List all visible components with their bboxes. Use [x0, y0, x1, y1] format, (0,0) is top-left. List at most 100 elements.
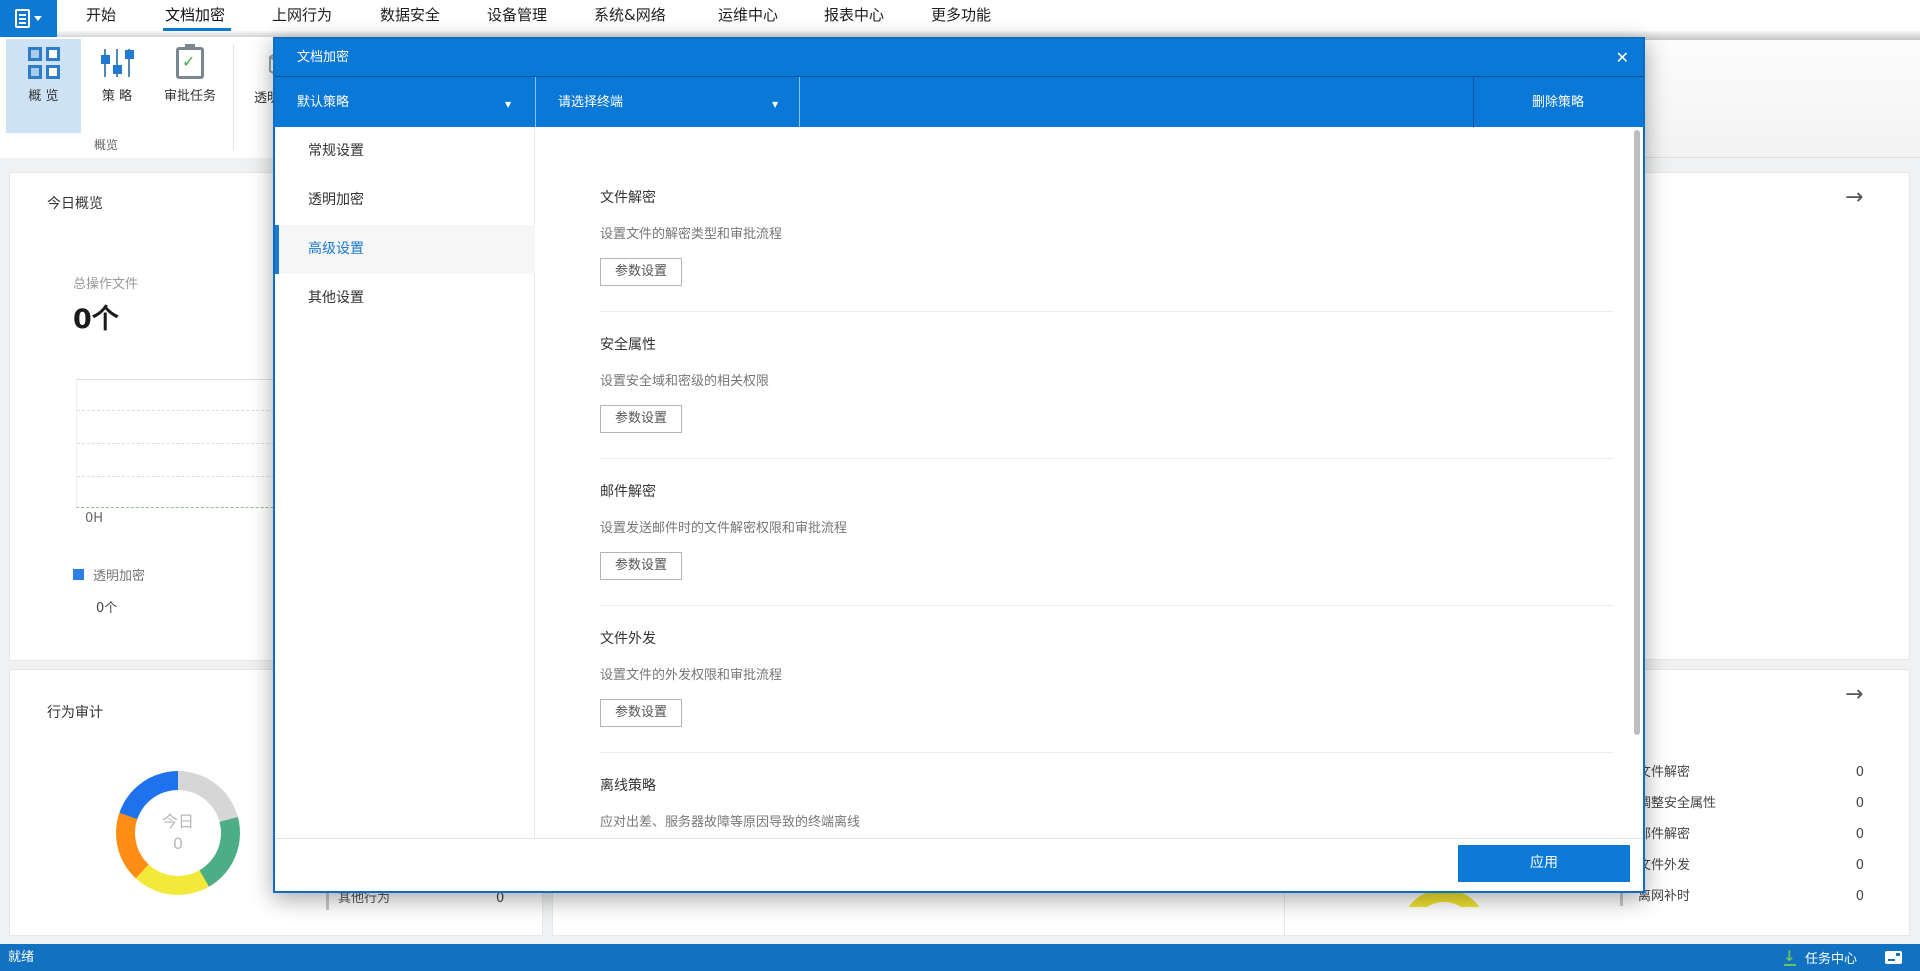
sidebar-item-general[interactable]: 常规设置 — [275, 127, 535, 176]
ribbon-button-overview[interactable]: 概 览 — [6, 39, 81, 133]
list-scrollbar[interactable] — [1620, 892, 1623, 906]
task-center-button[interactable]: ↓ 任务中心 — [1783, 944, 1902, 971]
legend-label: 透明加密 — [93, 565, 145, 584]
active-tab-underline — [163, 28, 231, 31]
legend-value: 0个 — [96, 597, 117, 616]
section-desc: 应对出差、服务器故障等原因导致的终端离线 — [600, 811, 860, 831]
param-settings-button[interactable]: 参数设置 — [600, 552, 682, 580]
menu-item-web-behavior[interactable]: 上网行为 — [272, 0, 332, 31]
section-title: 文件解密 — [600, 187, 656, 207]
section-title: 离线策略 — [600, 775, 656, 795]
dialog-titlebar: 文档加密 ✕ — [275, 39, 1643, 76]
stat-label: 总操作文件 — [73, 273, 138, 292]
stat-row: 离网补时 0 — [1638, 881, 1864, 912]
stat-row: 调整安全属性 0 — [1638, 788, 1864, 819]
row-label: 调整安全属性 — [1638, 796, 1716, 811]
section-desc: 设置文件的解密类型和审批流程 — [600, 223, 782, 243]
menu-item-doc-encryption[interactable]: 文档加密 — [165, 0, 225, 31]
dialog-sidebar: 常规设置 透明加密 高级设置 其他设置 — [275, 127, 535, 838]
toolbar-divider — [799, 77, 800, 128]
caret-down-icon: ▼ — [505, 100, 511, 109]
status-bar: 就绪 ↓ 任务中心 — [0, 944, 1920, 971]
row-label: 文件解密 — [1638, 765, 1690, 780]
ribbon-button-label: 策 略 — [102, 85, 132, 104]
list-scrollbar[interactable] — [326, 892, 329, 910]
sidebar-item-other[interactable]: 其他设置 — [275, 274, 535, 323]
dialog-toolbar: 默认策略 ▼ 请选择终端 ▼ 删除策略 — [275, 76, 1643, 127]
x-axis-tick: 0H — [85, 511, 103, 526]
section-title: 安全属性 — [600, 334, 656, 354]
stat-value: 0个 — [73, 297, 119, 336]
task-center-label: 任务中心 — [1805, 948, 1857, 967]
row-value: 0 — [1856, 757, 1864, 788]
delete-policy-button[interactable]: 删除策略 — [1473, 77, 1643, 128]
ribbon-button-label: 审批任务 — [164, 85, 216, 104]
menu-item-device-mgmt[interactable]: 设备管理 — [487, 0, 547, 31]
section-desc: 设置安全域和密级的相关权限 — [600, 370, 769, 390]
legend-swatch — [73, 569, 84, 580]
terminal-dropdown[interactable]: 请选择终端 ▼ — [536, 77, 799, 128]
section-divider — [600, 458, 1613, 459]
clipboard-check-icon: ✓ — [176, 47, 204, 79]
row-value: 0 — [1856, 819, 1864, 850]
stat-row: 邮件解密 0 — [1638, 819, 1864, 850]
dialog-title: 文档加密 — [297, 39, 349, 76]
policy-sliders-icon — [100, 47, 134, 79]
row-label: 离网补时 — [1638, 889, 1690, 904]
caret-down-icon: ▼ — [772, 100, 778, 109]
ribbon-group-label: 概览 — [0, 136, 212, 153]
row-value: 0 — [1856, 788, 1864, 819]
param-settings-button[interactable]: 参数设置 — [600, 699, 682, 727]
arrow-right-icon[interactable]: → — [1845, 682, 1863, 707]
chevron-down-icon — [34, 16, 42, 21]
tray-window-icon[interactable] — [1885, 951, 1902, 964]
app-menu-button[interactable] — [0, 0, 57, 37]
menu-item-report-center[interactable]: 报表中心 — [824, 0, 884, 31]
card-title: 行为审计 — [47, 702, 103, 722]
card-title: 今日概览 — [47, 193, 103, 213]
behavior-audit-donut-chart: 今日 0 — [116, 771, 240, 895]
ribbon-button-policy[interactable]: 策 略 — [88, 39, 146, 133]
section-title: 邮件解密 — [600, 481, 656, 501]
param-settings-button[interactable]: 参数设置 — [600, 405, 682, 433]
row-label: 邮件解密 — [1638, 827, 1690, 842]
document-encryption-dialog: 文档加密 ✕ 默认策略 ▼ 请选择终端 ▼ 删除策略 常规设置 透明加密 高级设… — [273, 37, 1645, 893]
stat-row: 文件外发 0 — [1638, 850, 1864, 881]
close-icon[interactable]: ✕ — [1616, 39, 1629, 76]
apply-button[interactable]: 应用 — [1458, 845, 1630, 882]
row-label: 文件外发 — [1638, 858, 1690, 873]
section-desc: 设置文件的外发权限和审批流程 — [600, 664, 782, 684]
status-ready-text: 就绪 — [8, 944, 34, 971]
section-title: 文件外发 — [600, 628, 656, 648]
dialog-scrollbar-thumb[interactable] — [1634, 130, 1640, 735]
menu-bar: 开始 文档加密 上网行为 数据安全 设备管理 系统&网络 运维中心 报表中心 更… — [0, 0, 1920, 31]
menu-item-more-features[interactable]: 更多功能 — [931, 0, 991, 31]
terminal-dropdown-value: 请选择终端 — [558, 77, 623, 128]
document-list-icon — [15, 9, 30, 28]
policy-dropdown[interactable]: 默认策略 ▼ — [275, 77, 535, 128]
policy-dropdown-value: 默认策略 — [297, 77, 349, 128]
section-divider — [600, 311, 1613, 312]
donut-center-label: 今日 — [162, 811, 194, 833]
overview-grid-icon — [28, 47, 60, 79]
dialog-bottom-bar — [275, 838, 1643, 891]
ribbon-group-separator — [233, 44, 234, 150]
ribbon-button-approval-tasks[interactable]: ✓ 审批任务 — [150, 39, 230, 133]
dialog-content-scroll-area: 文件解密 设置文件的解密类型和审批流程 参数设置 安全属性 设置安全域和密级的相… — [535, 127, 1643, 838]
menu-item-start[interactable]: 开始 — [86, 0, 116, 31]
row-value: 0 — [1856, 850, 1864, 881]
sidebar-item-transparent[interactable]: 透明加密 — [275, 176, 535, 225]
menu-item-ops-center[interactable]: 运维中心 — [718, 0, 778, 31]
section-desc: 设置发送邮件时的文件解密权限和审批流程 — [600, 517, 847, 537]
param-settings-button[interactable]: 参数设置 — [600, 258, 682, 286]
arrow-right-icon[interactable]: → — [1845, 185, 1863, 210]
download-icon: ↓ — [1783, 950, 1797, 966]
donut-center-value: 0 — [173, 833, 183, 855]
menu-item-system-network[interactable]: 系统&网络 — [594, 0, 666, 31]
menu-item-data-security[interactable]: 数据安全 — [380, 0, 440, 31]
section-divider — [600, 752, 1613, 753]
row-value: 0 — [1856, 881, 1864, 912]
sidebar-item-advanced[interactable]: 高级设置 — [275, 225, 535, 274]
section-divider — [600, 605, 1613, 606]
stat-row: 文件解密 0 — [1638, 757, 1864, 788]
